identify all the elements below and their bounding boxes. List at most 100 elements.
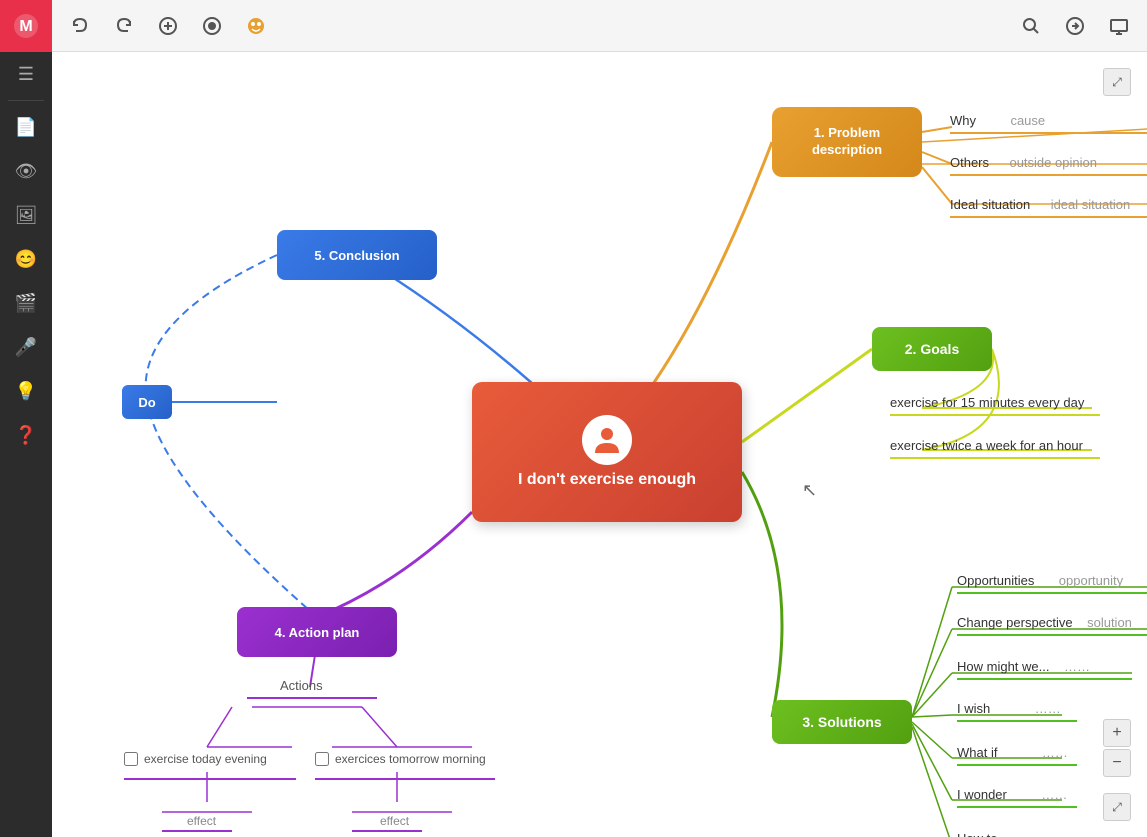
- solutions-label: 3. Solutions: [802, 714, 881, 730]
- zoom-out-button[interactable]: −: [1103, 749, 1131, 777]
- s5-line: [957, 764, 1077, 766]
- goals-item2-text: exercise twice a week for an hour: [890, 437, 1083, 455]
- solutions-item1: Opportunities opportunity: [957, 572, 1123, 590]
- s4-line: [957, 720, 1077, 722]
- sidebar-mic-icon[interactable]: 🎤: [0, 325, 52, 369]
- cursor-indicator: ↖: [802, 480, 817, 501]
- add-button[interactable]: [150, 8, 186, 44]
- sidebar-menu-icon[interactable]: ☰: [0, 52, 52, 96]
- action-label: 4. Action plan: [275, 625, 360, 640]
- toolbar-right: [1013, 8, 1137, 44]
- checkbox-today-input[interactable]: [124, 752, 138, 766]
- solutions-item6: I wonder ……: [957, 786, 1067, 804]
- expand-bottom-right-button[interactable]: ⤢: [1103, 793, 1131, 821]
- goals-label: 2. Goals: [905, 341, 959, 357]
- checkbox-tomorrow-label: exercices tomorrow morning: [335, 752, 486, 766]
- goals-item1-underline: [890, 414, 1100, 416]
- sidebar: M ☰ 📄 👁 🖼 😊 🎬 🎤 💡 ❓: [0, 0, 52, 837]
- goals-node[interactable]: 2. Goals: [872, 327, 992, 371]
- goals-item2-label: exercise twice a week for an hour: [890, 438, 1083, 453]
- present-button[interactable]: [1101, 8, 1137, 44]
- why-underline: [950, 132, 1147, 134]
- avatar: [582, 415, 632, 465]
- central-label: I don't exercise enough: [508, 471, 706, 489]
- expand-top-right-button[interactable]: ⤢: [1103, 68, 1131, 96]
- goals-item1-text: exercise for 15 minutes every day: [890, 394, 1084, 412]
- problem-label: 1. Problemdescription: [812, 125, 882, 159]
- goals-item2-underline: [890, 457, 1100, 459]
- problem-ideal-label: Ideal situation: [950, 197, 1030, 212]
- cb2-underline: [315, 778, 495, 780]
- conclusion-label: 5. Conclusion: [314, 248, 399, 263]
- solutions-item6-label: I wonder: [957, 787, 1007, 802]
- undo-button[interactable]: [62, 8, 98, 44]
- solutions-item5-tag: ……: [1042, 745, 1068, 760]
- problem-others-label: Others: [950, 155, 989, 170]
- effect2-underline: [352, 830, 422, 832]
- checkbox-today-label: exercise today evening: [144, 752, 267, 766]
- cb1-underline: [124, 778, 296, 780]
- solutions-item3: How might we... ……: [957, 658, 1090, 676]
- solutions-item5: What if ……: [957, 744, 1068, 762]
- problem-why-label: Why: [950, 113, 976, 128]
- sidebar-view-icon[interactable]: 👁: [0, 149, 52, 193]
- canvas[interactable]: I don't exercise enough 1. Problemdescri…: [52, 52, 1147, 837]
- solutions-item1-label: Opportunities: [957, 573, 1034, 588]
- goals-item1-label: exercise for 15 minutes every day: [890, 395, 1084, 410]
- problem-ideal-tag: ideal situation: [1051, 197, 1131, 212]
- actions-label: Actions: [280, 678, 323, 693]
- svg-text:M: M: [19, 18, 32, 35]
- zoom-in-button[interactable]: +: [1103, 719, 1131, 747]
- central-node[interactable]: I don't exercise enough: [472, 382, 742, 522]
- checkbox-exercise-tomorrow[interactable]: exercices tomorrow morning: [315, 752, 486, 766]
- effect1-label: effect: [187, 814, 216, 828]
- solutions-item7: How to ……: [957, 830, 1068, 837]
- solutions-item2-tag: solution: [1087, 615, 1132, 630]
- solutions-item7-tag: ……: [1042, 831, 1068, 837]
- solutions-node[interactable]: 3. Solutions: [772, 700, 912, 744]
- problem-why-branch: Why cause: [950, 112, 1045, 130]
- sidebar-bulb-icon[interactable]: 💡: [0, 369, 52, 413]
- ideal-underline: [950, 216, 1147, 218]
- problem-others-branch: Others outside opinion: [950, 154, 1097, 172]
- solutions-item7-label: How to: [957, 831, 997, 837]
- problem-others-tag: outside opinion: [1009, 155, 1096, 170]
- problem-why-tag: cause: [1010, 113, 1045, 128]
- s2-line: [957, 634, 1147, 636]
- problem-node[interactable]: 1. Problemdescription: [772, 107, 922, 177]
- do-label: Do: [138, 395, 155, 410]
- effect2-label: effect: [380, 814, 409, 828]
- main-area: I don't exercise enough 1. Problemdescri…: [52, 0, 1147, 837]
- checkbox-exercise-today[interactable]: exercise today evening: [124, 752, 267, 766]
- actions-underline: [247, 697, 377, 699]
- solutions-item3-label: How might we...: [957, 659, 1049, 674]
- solutions-item6-tag: ……: [1041, 787, 1067, 802]
- sidebar-image-icon[interactable]: 🖼: [0, 193, 52, 237]
- solutions-item5-label: What if: [957, 745, 997, 760]
- solutions-item2: Change perspective solution: [957, 614, 1132, 632]
- theme-button[interactable]: [238, 8, 274, 44]
- sidebar-video-icon[interactable]: 🎬: [0, 281, 52, 325]
- solutions-item4-label: I wish: [957, 701, 990, 716]
- solutions-item4-tag: ……: [1035, 701, 1061, 716]
- action-plan-node[interactable]: 4. Action plan: [237, 607, 397, 657]
- app-logo[interactable]: M: [0, 0, 52, 52]
- conclusion-node[interactable]: 5. Conclusion: [277, 230, 437, 280]
- sidebar-notes-icon[interactable]: 📄: [0, 105, 52, 149]
- others-underline: [950, 174, 1147, 176]
- solutions-item1-tag: opportunity: [1059, 573, 1123, 588]
- search-button[interactable]: [1013, 8, 1049, 44]
- toolbar: [52, 0, 1147, 52]
- problem-ideal-branch: Ideal situation ideal situation: [950, 196, 1130, 214]
- sidebar-emoji-icon[interactable]: 😊: [0, 237, 52, 281]
- record-button[interactable]: [194, 8, 230, 44]
- sidebar-divider-1: [8, 100, 44, 101]
- effect1-underline: [162, 830, 232, 832]
- share-button[interactable]: [1057, 8, 1093, 44]
- checkbox-tomorrow-input[interactable]: [315, 752, 329, 766]
- redo-button[interactable]: [106, 8, 142, 44]
- do-node[interactable]: Do: [122, 385, 172, 419]
- s6-line: [957, 806, 1077, 808]
- solutions-item4: I wish ……: [957, 700, 1061, 718]
- sidebar-help-icon[interactable]: ❓: [0, 413, 52, 457]
